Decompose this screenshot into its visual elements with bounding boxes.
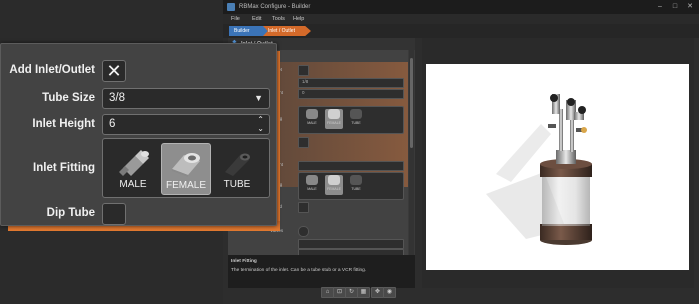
maximize-button[interactable]: □: [670, 2, 680, 11]
add-inlet-outlet-checkbox[interactable]: ✕: [102, 60, 126, 82]
description-box: Inlet Fitting The termination of the inl…: [228, 255, 415, 288]
zoomed-inlet-panel: Add Inlet/Outlet ✕ Tube Size 3/8 ▼ Inlet…: [0, 43, 280, 231]
inlet-fitting-label: Inlet Fitting: [33, 162, 95, 174]
mini-checkbox[interactable]: [298, 202, 309, 213]
dip-tube-checkbox[interactable]: [102, 203, 126, 225]
close-button[interactable]: ✕: [685, 2, 695, 11]
mini-row-dim: [228, 238, 408, 249]
app-icon: [227, 3, 235, 11]
menu-file[interactable]: File: [231, 14, 240, 24]
mini-fitting-male[interactable]: MALE: [303, 175, 321, 195]
add-inlet-outlet-label: Add Inlet/Outlet: [9, 64, 95, 76]
checkmark-x-icon: ✕: [106, 61, 122, 81]
fitting-option-male[interactable]: MALE: [109, 143, 157, 193]
dip-tube-label: Dip Tube: [46, 207, 95, 219]
mini-height-field[interactable]: 0: [298, 89, 404, 99]
dropdown-arrow-icon: ▼: [254, 93, 263, 103]
3d-viewport[interactable]: [422, 38, 694, 288]
mini-toggle[interactable]: [298, 226, 309, 237]
mini-height-field-2[interactable]: [298, 161, 404, 171]
description-text: The termination of the inlet. Can be a t…: [231, 268, 367, 273]
mini-row-dim: [228, 248, 408, 255]
mini-size-value: 1/8: [302, 79, 309, 84]
fitting-option-female[interactable]: FEMALE: [161, 143, 211, 195]
inlet-height-label: Inlet Height: [32, 118, 95, 130]
app-window: RBMax Configure - Builder – □ ✕ File Edi…: [223, 0, 699, 304]
menu-tools[interactable]: Tools: [272, 14, 285, 24]
description-title: Inlet Fitting: [231, 259, 257, 264]
mini-size-select[interactable]: 1/8: [298, 78, 404, 88]
tube-size-value: 3/8: [109, 92, 125, 104]
inlet-height-value: 6: [109, 118, 116, 130]
view-toolbar: ⌂ ⊡ ↻ ▦ ✥ ◉: [321, 287, 409, 298]
mini-fitting-group-2: MALE FEMALE TUBE: [298, 172, 404, 200]
panel-scrollbar[interactable]: [409, 50, 414, 255]
mini-fitting-tube[interactable]: TUBE: [347, 175, 365, 195]
inlet-settings-panel: Add Inlet/Outlet ✕ Tube Size 3/8 ▼ Inlet…: [0, 43, 277, 226]
minimize-button[interactable]: –: [655, 2, 665, 11]
male-fitting-icon: [119, 150, 149, 176]
camera-icon[interactable]: ◉: [383, 287, 396, 298]
tube-size-label: Tube Size: [42, 92, 95, 104]
render-canvas[interactable]: [426, 64, 689, 270]
female-fitting-icon: [172, 153, 200, 177]
title-bar: RBMax Configure - Builder – □ ✕: [223, 0, 699, 14]
scrollbar-thumb[interactable]: [410, 58, 413, 148]
menu-bar: File Edit Tools Help: [223, 14, 699, 24]
breadcrumb-inlet-outlet[interactable]: Inlet / Outlet: [263, 26, 311, 36]
fitting-tube-label: TUBE: [223, 179, 251, 190]
mini-checkbox[interactable]: [298, 65, 309, 76]
spinner-arrows-icon[interactable]: ⌃ ⌄: [257, 115, 264, 133]
mini-fitting-tube[interactable]: TUBE: [347, 109, 365, 129]
mini-fitting-female[interactable]: FEMALE: [325, 175, 343, 195]
menu-edit[interactable]: Edit: [252, 14, 261, 24]
tube-size-select[interactable]: 3/8 ▼: [102, 88, 270, 109]
vessel-render: [486, 94, 592, 245]
fitting-option-tube[interactable]: TUBE: [213, 143, 261, 193]
inlet-fitting-options: MALE FEMALE TUBE: [102, 138, 270, 198]
fitting-female-label: FEMALE: [165, 180, 206, 191]
grid-icon[interactable]: ▦: [357, 287, 370, 298]
mini-fitting-group: MALE FEMALE TUBE: [298, 106, 404, 134]
menu-help[interactable]: Help: [293, 14, 304, 24]
window-title: RBMax Configure - Builder: [239, 4, 311, 10]
tube-fitting-icon: [225, 153, 250, 176]
mini-fitting-male[interactable]: MALE: [303, 109, 321, 129]
mini-fitting-female[interactable]: FEMALE: [325, 109, 343, 129]
mini-height-value: 0: [302, 90, 305, 95]
mini-checkbox[interactable]: [298, 137, 309, 148]
inlet-height-spinbox[interactable]: 6 ⌃ ⌄: [102, 114, 270, 135]
breadcrumb: Builder Inlet / Outlet: [223, 24, 699, 38]
fitting-male-label: MALE: [119, 179, 147, 190]
